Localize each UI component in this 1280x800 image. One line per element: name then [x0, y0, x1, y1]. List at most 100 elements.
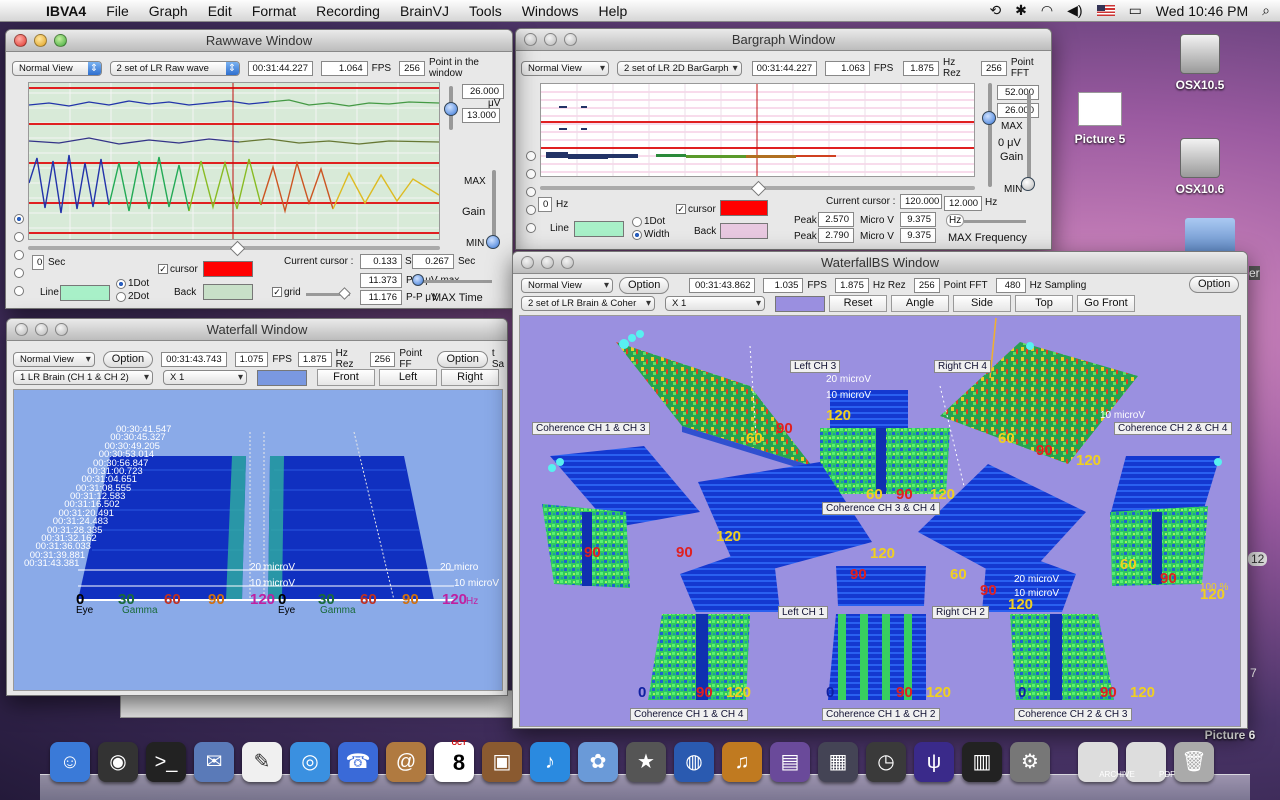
- pp-max-field[interactable]: 11.373: [360, 273, 402, 288]
- line-color-swatch[interactable]: [60, 285, 110, 301]
- radio-1dot[interactable]: [116, 279, 126, 289]
- points-field[interactable]: 256: [913, 278, 940, 293]
- radio-option-4[interactable]: [526, 205, 536, 215]
- channel-select[interactable]: 1 LR Brain (CH 1 & CH 2): [13, 370, 153, 385]
- time-field[interactable]: 00:31:44.227: [247, 60, 314, 76]
- data-set-select[interactable]: 2 set of LR Brain & Coher: [521, 296, 655, 311]
- points-field[interactable]: 256: [369, 351, 396, 367]
- radio-option-3[interactable]: [526, 187, 536, 197]
- view-mode-select[interactable]: Normal View: [521, 60, 610, 76]
- rawwave-plot[interactable]: [28, 82, 440, 240]
- safari-icon[interactable]: ◎: [290, 742, 330, 782]
- grid-slider-knob[interactable]: [338, 287, 351, 300]
- cursor-checkbox[interactable]: ✓: [676, 204, 686, 214]
- mid-uv-field[interactable]: 13.000: [462, 108, 500, 123]
- hz-rez-field[interactable]: 1.875: [834, 278, 869, 293]
- cursor-field[interactable]: 120.000: [900, 194, 942, 209]
- cursor-checkbox[interactable]: ✓: [158, 264, 168, 274]
- zoom-button[interactable]: [561, 256, 574, 269]
- spotlight-icon[interactable]: ⌕: [1262, 2, 1270, 19]
- finder-icon[interactable]: ☺: [50, 742, 90, 782]
- back-color-swatch[interactable]: [203, 284, 253, 300]
- front-button[interactable]: Front: [317, 369, 375, 386]
- top-button[interactable]: Top: [1015, 295, 1073, 312]
- line-color-swatch[interactable]: [574, 221, 624, 237]
- waterfallbs-plot[interactable]: Left CH 3 Right CH 4 Coherence CH 1 & CH 3…: [519, 315, 1241, 727]
- fps-field[interactable]: 1.064: [321, 60, 368, 76]
- dvdplayer-icon[interactable]: ◍: [674, 742, 714, 782]
- time-field[interactable]: 00:31:44.227: [751, 60, 818, 76]
- go-front-button[interactable]: Go Front: [1077, 295, 1135, 312]
- menu-edit[interactable]: Edit: [198, 0, 242, 22]
- time-field[interactable]: 00:31:43.862: [689, 278, 756, 293]
- menu-help[interactable]: Help: [589, 0, 638, 22]
- zoom-button[interactable]: [55, 323, 68, 336]
- imovie-icon[interactable]: ★: [626, 742, 666, 782]
- sec-field[interactable]: 0: [32, 255, 44, 270]
- radio-channel-2[interactable]: [14, 232, 24, 242]
- menu-windows[interactable]: Windows: [512, 0, 589, 22]
- hz-min-field[interactable]: 0: [538, 197, 552, 212]
- gain-slider-track[interactable]: [988, 83, 992, 187]
- bluetooth-icon[interactable]: ✱: [1015, 2, 1027, 19]
- option-button-right[interactable]: Option: [1189, 276, 1240, 293]
- menu-recording[interactable]: Recording: [306, 0, 390, 22]
- bargraph-titlebar[interactable]: Bargraph Window: [516, 29, 1051, 51]
- radio-option-2[interactable]: [526, 169, 536, 179]
- radio-2dot[interactable]: [116, 292, 126, 302]
- minimize-button[interactable]: [34, 34, 47, 47]
- terminal-icon[interactable]: >_: [146, 742, 186, 782]
- fps-field[interactable]: 1.035: [763, 278, 804, 293]
- angle-button[interactable]: Angle: [891, 295, 949, 312]
- right-button[interactable]: Right: [441, 369, 499, 386]
- waterfall-plot[interactable]: 00:30:41.547 00:30:45.327 00:30:49.205 00:3…: [13, 389, 503, 691]
- peak-field-1[interactable]: 2.570: [818, 212, 854, 227]
- dashboard-icon[interactable]: ◉: [98, 742, 138, 782]
- peak-field-2[interactable]: 2.790: [818, 228, 854, 243]
- volume-icon[interactable]: ◀): [1067, 2, 1082, 19]
- gain-slider-knob[interactable]: [982, 111, 996, 125]
- points-field[interactable]: 256: [399, 60, 425, 76]
- option-button[interactable]: Option: [102, 350, 154, 368]
- desktop-icon-osx105[interactable]: OSX10.5: [1165, 34, 1235, 92]
- gain-slider-knob[interactable]: [486, 235, 500, 249]
- menu-tools[interactable]: Tools: [459, 0, 512, 22]
- wifi-icon[interactable]: ◠: [1041, 2, 1053, 19]
- background-color-swatch[interactable]: [775, 295, 825, 312]
- background-color-swatch[interactable]: [257, 369, 307, 386]
- minimize-button[interactable]: [544, 33, 557, 46]
- waterfallbs-titlebar[interactable]: WaterfallBS Window: [513, 252, 1247, 274]
- synth-icon[interactable]: ▥: [962, 742, 1002, 782]
- menu-file[interactable]: File: [96, 0, 139, 22]
- cursor-color-swatch[interactable]: [203, 261, 253, 277]
- desktop-icon-picture5[interactable]: Picture 5: [1060, 92, 1140, 146]
- side-button[interactable]: Side: [953, 295, 1011, 312]
- max-uv-field[interactable]: 26.000: [462, 84, 504, 99]
- radio-option-5[interactable]: [526, 223, 536, 233]
- radio-channel-5[interactable]: [14, 286, 24, 296]
- frequency-slider-knob[interactable]: [750, 180, 767, 197]
- waterfall-titlebar[interactable]: Waterfall Window: [7, 319, 507, 341]
- keynote-icon[interactable]: ▤: [770, 742, 810, 782]
- radio-channel-1[interactable]: [14, 214, 24, 224]
- radio-option-1[interactable]: [526, 151, 536, 161]
- radio-1dot[interactable]: [632, 217, 642, 227]
- desktop-icon-osx106[interactable]: OSX10.6: [1165, 138, 1235, 196]
- hz-rez-field[interactable]: 1.875: [903, 60, 939, 76]
- grid-checkbox[interactable]: ✓: [272, 287, 282, 297]
- preview-icon[interactable]: ▣: [482, 742, 522, 782]
- gain-slider2-knob[interactable]: [1021, 177, 1035, 191]
- points-field[interactable]: 256: [980, 60, 1007, 76]
- bargraph-plot[interactable]: [540, 83, 975, 177]
- timemachine-icon[interactable]: ◷: [866, 742, 906, 782]
- hz-rez-field[interactable]: 1.875: [297, 351, 332, 367]
- ichat-icon[interactable]: ☎: [338, 742, 378, 782]
- menu-clock[interactable]: Wed 10:46 PM: [1156, 3, 1248, 19]
- radio-channel-4[interactable]: [14, 268, 24, 278]
- close-button[interactable]: [15, 323, 28, 336]
- minimize-button[interactable]: [541, 256, 554, 269]
- view-mode-select[interactable]: Normal View: [521, 278, 613, 293]
- menu-app-name[interactable]: IBVA4: [36, 0, 96, 22]
- input-flag-icon[interactable]: [1096, 5, 1115, 16]
- garageband-icon[interactable]: ♫: [722, 742, 762, 782]
